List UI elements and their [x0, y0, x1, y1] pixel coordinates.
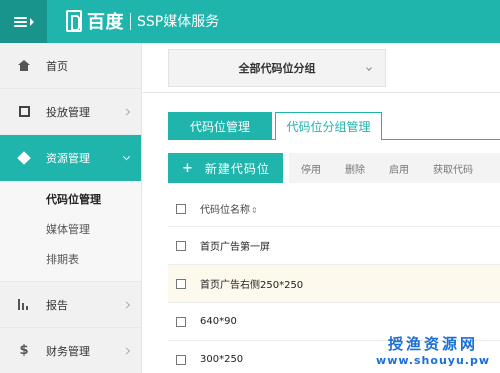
sidebar-item-label: 资源管理 — [46, 152, 90, 165]
group-filter-bar: 全部代码位分组 — [142, 43, 500, 93]
row-checkbox[interactable] — [176, 278, 186, 289]
submenu-item-schedule[interactable]: 排期表 — [0, 245, 141, 275]
chevron-right-icon — [122, 107, 131, 116]
row-checkbox[interactable] — [176, 354, 186, 365]
new-ad-slot-label: 新建代码位 — [204, 161, 270, 176]
resources-submenu: 代码位管理 媒体管理 排期表 — [0, 181, 141, 282]
select-all-checkbox[interactable] — [176, 203, 186, 214]
bar-chart-icon — [17, 298, 31, 312]
table-row[interactable]: 首页广告右侧250*250 — [168, 265, 500, 303]
arrow-right-icon — [29, 17, 34, 26]
chevron-down-icon — [122, 153, 131, 161]
hamburger-icon — [13, 16, 27, 27]
ad-slot-name: 首页广告右侧250*250 — [200, 280, 304, 291]
table-header-row: 代码位名称⇕ — [168, 191, 500, 227]
watermark: 授渔资源网 www.shouyu.pw — [376, 333, 490, 367]
sidebar-item-delivery[interactable]: 投放管理 — [0, 89, 141, 135]
sidebar-item-resources[interactable]: 资源管理 — [0, 135, 141, 181]
sidebar-item-reports[interactable]: 报告 — [0, 282, 141, 328]
group-filter-value: 全部代码位分组 — [238, 62, 316, 75]
chevron-right-icon — [122, 300, 131, 309]
ad-slot-name: 640*90 — [200, 316, 237, 327]
tab-ad-slot-group-management[interactable]: 代码位分组管理 — [275, 112, 382, 140]
submenu-item-ad-slots[interactable]: 代码位管理 — [0, 185, 141, 215]
toolbar: + 新建代码位 停用 删除 启用 获取代码 — [168, 153, 500, 183]
submenu-item-media[interactable]: 媒体管理 — [0, 215, 141, 245]
brand-name: 百度 — [87, 12, 124, 33]
get-code-button[interactable]: 获取代码 — [433, 161, 473, 176]
brand-divider — [130, 12, 131, 30]
main-content: 全部代码位分组 代码位管理 代码位分组管理 + 新建代码位 停用 删除 启用 获… — [142, 43, 500, 373]
row-checkbox[interactable] — [176, 240, 186, 251]
watermark-url: www.shouyu.pw — [376, 354, 490, 367]
sort-icon: ⇕ — [251, 206, 258, 215]
menu-toggle-button[interactable] — [0, 0, 47, 43]
baidu-logo-icon — [66, 10, 82, 32]
disable-button[interactable]: 停用 — [301, 161, 321, 176]
cube-icon — [17, 151, 31, 165]
sidebar-item-label: 投放管理 — [46, 105, 90, 119]
tab-ad-slot-management[interactable]: 代码位管理 — [168, 112, 272, 140]
chevron-down-icon — [366, 65, 372, 71]
top-bar: 百度 SSP媒体服务 — [0, 0, 500, 43]
chevron-right-icon — [122, 346, 131, 355]
column-header-name[interactable]: 代码位名称⇕ — [200, 201, 258, 216]
action-strip: 停用 删除 启用 获取代码 — [289, 153, 500, 183]
home-icon — [17, 59, 31, 73]
group-filter-select[interactable]: 全部代码位分组 — [168, 49, 386, 87]
ad-slot-name: 300*250 — [200, 354, 244, 365]
plus-icon: + — [182, 160, 193, 176]
sidebar-item-label: 首页 — [46, 59, 68, 73]
ad-slot-name: 首页广告第一屏 — [200, 242, 270, 253]
dollar-icon: $ — [19, 343, 29, 358]
square-icon — [17, 105, 31, 119]
new-ad-slot-button[interactable]: + 新建代码位 — [168, 153, 283, 183]
service-name: SSP媒体服务 — [137, 14, 220, 30]
row-checkbox[interactable] — [176, 316, 186, 327]
sidebar-item-home[interactable]: 首页 — [0, 43, 141, 89]
enable-button[interactable]: 启用 — [389, 161, 409, 176]
tab-bar: 代码位管理 代码位分组管理 — [168, 112, 500, 140]
delete-button[interactable]: 删除 — [345, 161, 365, 176]
sidebar-item-label: 财务管理 — [46, 344, 90, 358]
watermark-title: 授渔资源网 — [388, 335, 479, 353]
sidebar-item-finance[interactable]: $ 财务管理 — [0, 328, 141, 373]
brand[interactable]: 百度 SSP媒体服务 — [66, 8, 219, 34]
table-row[interactable]: 首页广告第一屏 — [168, 227, 500, 265]
sidebar-item-label: 报告 — [46, 298, 68, 312]
sidebar: 首页 投放管理 资源管理 代码位管理 媒体管理 排期表 报告 $ 财务管理 — [0, 43, 142, 373]
